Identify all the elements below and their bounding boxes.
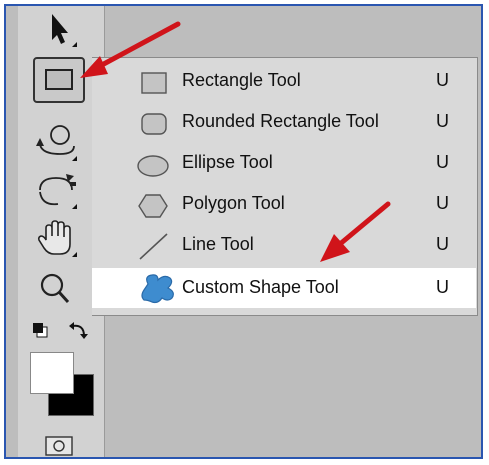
move-tool[interactable]: [32, 8, 80, 52]
foreground-color-swatch[interactable]: [30, 352, 74, 394]
polygon-icon: [138, 194, 168, 218]
menu-item-label: Line Tool: [182, 234, 254, 254]
swap-colors-icon[interactable]: [68, 320, 90, 340]
screenshot-frame: Rectangle Tool U Rounded Rectangle Tool …: [4, 4, 483, 459]
shape-tools-flyout: Rectangle Tool U Rounded Rectangle Tool …: [92, 57, 478, 316]
3d-rotate-tool[interactable]: [32, 120, 80, 164]
menu-item-label: Rectangle Tool: [182, 70, 301, 90]
menu-item-custom-shape-tool[interactable]: Custom Shape Tool U: [92, 268, 476, 308]
line-icon: [139, 233, 168, 260]
3d-orbit-tool[interactable]: [32, 168, 80, 212]
menu-item-shortcut: U: [436, 193, 449, 213]
hand-tool[interactable]: [32, 216, 80, 260]
menu-item-polygon-tool[interactable]: Polygon Tool U: [92, 184, 476, 224]
menu-item-shortcut: U: [436, 152, 449, 172]
menu-item-shortcut: U: [436, 277, 449, 297]
menu-item-rectangle-tool[interactable]: Rectangle Tool U: [92, 61, 476, 101]
custom-shape-icon: [141, 274, 174, 304]
zoom-tool-icon: [40, 273, 70, 304]
menu-item-label: Custom Shape Tool: [182, 277, 339, 297]
zoom-tool[interactable]: [32, 268, 80, 312]
menu-item-label: Rounded Rectangle Tool: [182, 111, 379, 131]
rounded-rectangle-icon: [141, 113, 167, 135]
menu-item-shortcut: U: [436, 111, 449, 131]
menu-item-shortcut: U: [436, 70, 449, 90]
menu-item-ellipse-tool[interactable]: Ellipse Tool U: [92, 143, 476, 183]
rectangle-tool-icon: [33, 57, 85, 103]
ellipse-icon: [137, 155, 169, 177]
default-colors-icon[interactable]: [32, 322, 48, 338]
menu-item-label: Ellipse Tool: [182, 152, 273, 172]
menu-item-shortcut: U: [436, 234, 449, 254]
menu-item-line-tool[interactable]: Line Tool U: [92, 225, 476, 265]
menu-item-label: Polygon Tool: [182, 193, 285, 213]
rectangle-icon: [141, 72, 167, 94]
rectangle-tool[interactable]: [32, 56, 85, 103]
menu-item-rounded-rectangle-tool[interactable]: Rounded Rectangle Tool U: [92, 102, 476, 142]
quick-mask-icon[interactable]: [45, 436, 73, 456]
